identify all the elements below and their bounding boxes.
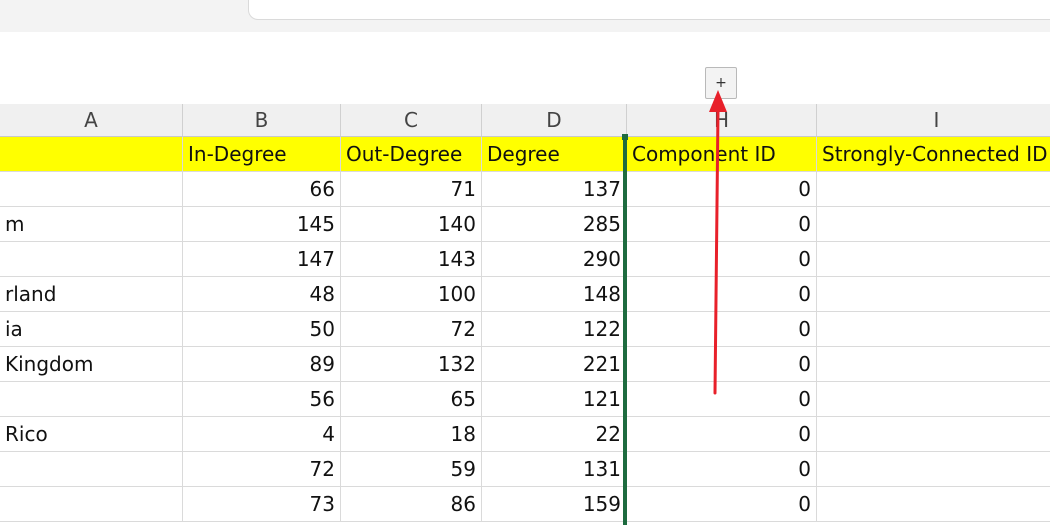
table-cell[interactable]: ia <box>0 312 183 347</box>
table-cell[interactable]: 145 <box>183 207 341 242</box>
column-header-a[interactable]: A <box>0 104 183 137</box>
freeze-pane-line <box>623 137 627 525</box>
table-cell[interactable]: 18 <box>341 417 482 452</box>
table-cell[interactable]: 50 <box>183 312 341 347</box>
table-cell[interactable] <box>817 487 1050 522</box>
table-cell[interactable] <box>817 172 1050 207</box>
table-cell[interactable]: 121 <box>482 382 627 417</box>
table-cell[interactable]: 0 <box>627 242 817 277</box>
table-cell[interactable] <box>0 172 183 207</box>
add-button[interactable]: + <box>705 67 737 99</box>
formula-search-box[interactable] <box>248 0 1050 20</box>
header-cell[interactable] <box>0 137 183 172</box>
table-cell[interactable] <box>817 242 1050 277</box>
table-cell[interactable] <box>817 312 1050 347</box>
header-cell[interactable]: Strongly-Connected ID <box>817 137 1050 172</box>
table-cell[interactable]: 290 <box>482 242 627 277</box>
table-cell[interactable]: 159 <box>482 487 627 522</box>
header-cell[interactable]: Component ID <box>627 137 817 172</box>
header-cell[interactable]: Degree <box>482 137 627 172</box>
table-cell[interactable]: 73 <box>183 487 341 522</box>
column-header-d[interactable]: D <box>482 104 627 137</box>
table-cell[interactable]: 72 <box>183 452 341 487</box>
table-cell[interactable] <box>817 417 1050 452</box>
table-cell[interactable]: 221 <box>482 347 627 382</box>
table-cell[interactable]: 122 <box>482 312 627 347</box>
table-cell[interactable]: 66 <box>183 172 341 207</box>
table-cell[interactable]: 0 <box>627 417 817 452</box>
table-cell[interactable]: 148 <box>482 277 627 312</box>
table-cell[interactable]: m <box>0 207 183 242</box>
table-cell[interactable]: 0 <box>627 452 817 487</box>
table-cell[interactable]: 86 <box>341 487 482 522</box>
table-cell[interactable]: 0 <box>627 312 817 347</box>
table-cell[interactable] <box>0 382 183 417</box>
header-cell[interactable]: Out-Degree <box>341 137 482 172</box>
table-cell[interactable]: 0 <box>627 277 817 312</box>
table-cell[interactable]: 65 <box>341 382 482 417</box>
table-cell[interactable]: 0 <box>627 207 817 242</box>
table-cell[interactable]: 56 <box>183 382 341 417</box>
table-cell[interactable] <box>817 452 1050 487</box>
table-cell[interactable] <box>817 347 1050 382</box>
table-cell[interactable]: 0 <box>627 172 817 207</box>
top-band <box>0 0 1050 32</box>
table-cell[interactable]: 0 <box>627 382 817 417</box>
table-cell[interactable]: 143 <box>341 242 482 277</box>
table-cell[interactable]: 147 <box>183 242 341 277</box>
table-cell[interactable]: 131 <box>482 452 627 487</box>
table-cell[interactable] <box>0 452 183 487</box>
spreadsheet-grid: A B C D H I In-Degree Out-Degree Degree Component… <box>0 104 1050 525</box>
table-cell[interactable]: 132 <box>341 347 482 382</box>
table-cell[interactable]: Kingdom <box>0 347 183 382</box>
table-cell[interactable]: 72 <box>341 312 482 347</box>
column-header-i[interactable]: I <box>817 104 1050 137</box>
table-cell[interactable]: Rico <box>0 417 183 452</box>
table-cell[interactable] <box>0 487 183 522</box>
header-cell[interactable]: In-Degree <box>183 137 341 172</box>
table-cell[interactable]: 48 <box>183 277 341 312</box>
table-cell[interactable]: 4 <box>183 417 341 452</box>
table-cell[interactable]: 137 <box>482 172 627 207</box>
table-cell[interactable]: 100 <box>341 277 482 312</box>
table-cell[interactable] <box>0 242 183 277</box>
table-cell[interactable]: 22 <box>482 417 627 452</box>
table-cell[interactable]: 59 <box>341 452 482 487</box>
freeze-pane-handle[interactable] <box>622 134 628 140</box>
table-cell[interactable]: 0 <box>627 487 817 522</box>
table-cell[interactable]: rland <box>0 277 183 312</box>
table-cell[interactable] <box>817 277 1050 312</box>
table-cell[interactable]: 285 <box>482 207 627 242</box>
table-cell[interactable]: 0 <box>627 347 817 382</box>
table-cell[interactable]: 71 <box>341 172 482 207</box>
table-cell[interactable] <box>817 382 1050 417</box>
table-cell[interactable]: 140 <box>341 207 482 242</box>
table-cell[interactable]: 89 <box>183 347 341 382</box>
toolbar-area: + <box>0 32 1050 105</box>
column-header-c[interactable]: C <box>341 104 482 137</box>
column-header-b[interactable]: B <box>183 104 341 137</box>
table-cell[interactable] <box>817 207 1050 242</box>
column-header-h[interactable]: H <box>627 104 817 137</box>
